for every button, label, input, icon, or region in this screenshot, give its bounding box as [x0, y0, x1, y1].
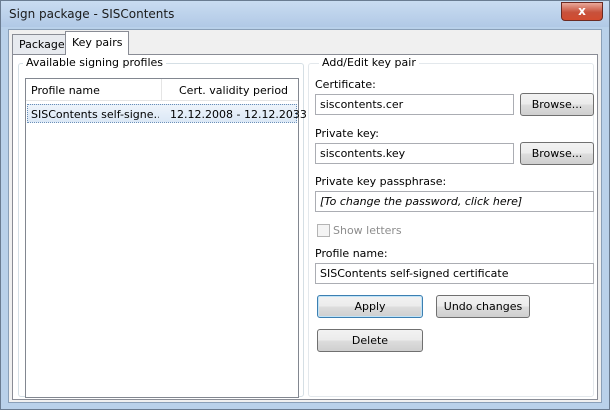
- tab-key-pairs[interactable]: Key pairs: [65, 31, 130, 55]
- profile-validity-cell: 12.12.2008 - 12.12.2033: [170, 108, 307, 121]
- show-letters-label: Show letters: [333, 224, 402, 237]
- profile-row[interactable]: SISContents self-signe… 12.12.2008 - 12.…: [27, 104, 307, 123]
- dialog-client-area: Package Key pairs Available signing prof…: [8, 29, 602, 403]
- certificate-field[interactable]: siscontents.cer: [315, 94, 514, 115]
- column-divider[interactable]: [161, 79, 162, 101]
- close-button[interactable]: x: [561, 2, 603, 21]
- tab-key-pairs-label: Key pairs: [72, 36, 123, 49]
- delete-button[interactable]: Delete: [317, 329, 423, 352]
- profile-name-field[interactable]: SISContents self-signed certificate: [315, 263, 594, 284]
- profiles-group: Available signing profiles Profile name …: [18, 56, 307, 398]
- apply-button[interactable]: Apply: [317, 295, 423, 318]
- key-pairs-panel: Available signing profiles Profile name …: [12, 54, 598, 400]
- undo-changes-button[interactable]: Undo changes: [436, 295, 530, 318]
- browse-private-key-button[interactable]: Browse...: [520, 142, 594, 165]
- passphrase-field[interactable]: [To change the password, click here]: [315, 191, 594, 212]
- window-title: Sign package - SISContents: [9, 7, 175, 21]
- title-bar[interactable]: Sign package - SISContents x: [1, 1, 609, 27]
- browse-certificate-button[interactable]: Browse...: [520, 93, 594, 116]
- edit-key-pair-group: Add/Edit key pair Certificate: sisconten…: [308, 56, 594, 397]
- close-icon: x: [578, 4, 586, 18]
- profiles-group-caption: Available signing profiles: [23, 56, 167, 69]
- certificate-label: Certificate:: [315, 78, 376, 91]
- sign-package-window: Sign package - SISContents x Package Key…: [0, 0, 610, 410]
- profile-name-label: Profile name:: [315, 247, 388, 260]
- column-header-profile-name[interactable]: Profile name: [31, 84, 100, 97]
- tab-package[interactable]: Package: [12, 34, 72, 54]
- show-letters-checkbox[interactable]: [317, 224, 330, 237]
- profiles-list[interactable]: Profile name Cert. validity period SISCo…: [25, 78, 307, 398]
- tab-package-label: Package: [19, 38, 65, 51]
- profile-name-cell: SISContents self-signe…: [31, 108, 159, 121]
- edit-group-caption: Add/Edit key pair: [319, 56, 419, 69]
- private-key-label: Private key:: [315, 127, 380, 140]
- profiles-list-header: Profile name Cert. validity period: [26, 79, 298, 101]
- private-key-field[interactable]: siscontents.key: [315, 143, 514, 164]
- passphrase-label: Private key passphrase:: [315, 175, 447, 188]
- column-header-validity[interactable]: Cert. validity period: [179, 84, 288, 97]
